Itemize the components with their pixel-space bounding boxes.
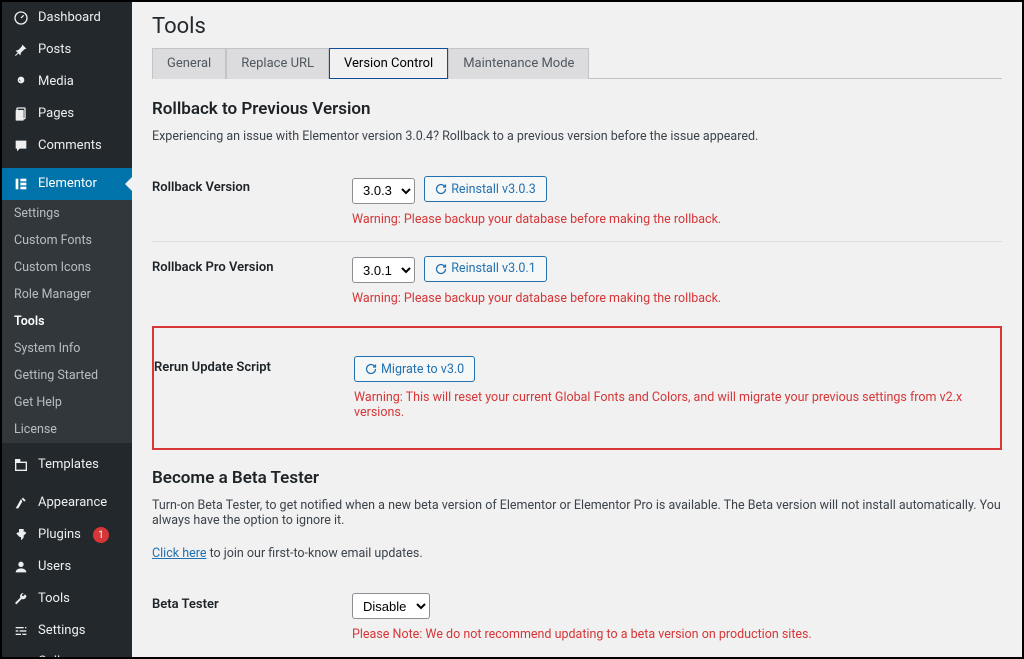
- beta-tester-select[interactable]: Disable: [352, 593, 430, 619]
- refresh-icon: [435, 263, 447, 275]
- sidebar-item-users[interactable]: Users: [2, 551, 132, 583]
- page-icon: [12, 105, 30, 123]
- pin-icon: [12, 41, 30, 59]
- sidebar-item-posts[interactable]: Posts: [2, 34, 132, 66]
- migrate-button[interactable]: Migrate to v3.0: [354, 356, 475, 382]
- submenu-custom-icons[interactable]: Custom Icons: [2, 254, 132, 281]
- plugins-icon: [12, 526, 30, 544]
- sidebar-item-appearance[interactable]: Appearance: [2, 487, 132, 519]
- reinstall-pro-button[interactable]: Reinstall v3.0.1: [424, 256, 547, 282]
- rerun-label: Rerun Update Script: [154, 342, 354, 434]
- rerun-warning: Warning: This will reset your current Gl…: [354, 390, 1000, 420]
- sidebar-item-label: Tools: [38, 591, 70, 608]
- submenu-custom-fonts[interactable]: Custom Fonts: [2, 227, 132, 254]
- sidebar-item-label: Comments: [38, 138, 102, 155]
- appearance-icon: [12, 494, 30, 512]
- beta-desc-2: Click here to join our first-to-know ema…: [152, 546, 1002, 561]
- sidebar-item-comments[interactable]: Comments: [2, 130, 132, 162]
- sidebar-item-label: Plugins: [38, 527, 81, 544]
- sidebar-item-collapse-menu[interactable]: Collapse menu: [2, 647, 132, 657]
- refresh-icon: [365, 363, 377, 375]
- beta-heading: Become a Beta Tester: [152, 468, 1002, 488]
- sidebar-item-label: Posts: [38, 42, 71, 59]
- sidebar-item-label: Templates: [38, 457, 99, 474]
- sidebar-item-plugins[interactable]: Plugins 1: [2, 519, 132, 551]
- sidebar-submenu: SettingsCustom FontsCustom IconsRole Man…: [2, 200, 132, 443]
- submenu-settings[interactable]: Settings: [2, 200, 132, 227]
- media-icon: [12, 73, 30, 91]
- refresh-icon: [435, 183, 447, 195]
- tab-bar: GeneralReplace URLVersion ControlMainten…: [152, 48, 1002, 79]
- rollback-pro-warning: Warning: Please backup your database bef…: [352, 291, 1002, 306]
- rollback-pro-version-select[interactable]: 3.0.1: [352, 257, 415, 283]
- elementor-icon: [12, 175, 30, 193]
- beta-desc-1: Turn-on Beta Tester, to get notified whe…: [152, 498, 1002, 528]
- tab-version-control[interactable]: Version Control: [329, 48, 448, 79]
- sidebar-item-elementor[interactable]: Elementor: [2, 168, 132, 200]
- users-icon: [12, 558, 30, 576]
- submenu-get-help[interactable]: Get Help: [2, 389, 132, 416]
- templates-icon: [12, 456, 30, 474]
- sidebar-item-templates[interactable]: Templates: [2, 449, 132, 481]
- sidebar-item-pages[interactable]: Pages: [2, 98, 132, 130]
- sidebar-item-settings[interactable]: Settings: [2, 615, 132, 647]
- reinstall-button[interactable]: Reinstall v3.0.3: [424, 176, 547, 202]
- rollback-version-select[interactable]: 3.0.3: [352, 178, 415, 204]
- sidebar-item-label: Media: [38, 74, 74, 91]
- rerun-highlight-box: Rerun Update Script Migrate to v3.0 Warn…: [152, 326, 1002, 450]
- update-badge: 1: [93, 527, 109, 543]
- submenu-license[interactable]: License: [2, 416, 132, 443]
- sidebar-item-dashboard[interactable]: Dashboard: [2, 2, 132, 34]
- rollback-warning: Warning: Please backup your database bef…: [352, 212, 1002, 227]
- tab-general[interactable]: General: [152, 48, 226, 79]
- tab-replace-url[interactable]: Replace URL: [226, 48, 329, 79]
- sidebar-item-label: Dashboard: [38, 10, 101, 27]
- tools-icon: [12, 590, 30, 608]
- beta-tester-label: Beta Tester: [152, 579, 352, 656]
- page-title: Tools: [152, 2, 1002, 48]
- comments-icon: [12, 137, 30, 155]
- sidebar-item-label: Pages: [38, 106, 74, 123]
- sidebar-item-label: Appearance: [38, 495, 107, 512]
- admin-sidebar: Dashboard Posts Media Pages Comments Element…: [2, 2, 132, 657]
- submenu-system-info[interactable]: System Info: [2, 335, 132, 362]
- beta-click-here-link[interactable]: Click here: [152, 546, 206, 561]
- sidebar-item-label: Collapse menu: [38, 654, 122, 657]
- sidebar-item-label: Elementor: [38, 176, 97, 193]
- sidebar-item-label: Settings: [38, 623, 85, 640]
- tab-maintenance-mode[interactable]: Maintenance Mode: [448, 48, 589, 79]
- rollback-version-label: Rollback Version: [152, 162, 352, 241]
- beta-warning: Please Note: We do not recommend updatin…: [352, 627, 1002, 642]
- rollback-heading: Rollback to Previous Version: [152, 99, 1002, 119]
- submenu-getting-started[interactable]: Getting Started: [2, 362, 132, 389]
- submenu-role-manager[interactable]: Role Manager: [2, 281, 132, 308]
- submenu-tools[interactable]: Tools: [2, 308, 132, 335]
- sidebar-item-label: Users: [38, 559, 71, 576]
- main-content: Tools GeneralReplace URLVersion ControlM…: [132, 2, 1022, 657]
- sidebar-item-media[interactable]: Media: [2, 66, 132, 98]
- rollback-pro-version-label: Rollback Pro Version: [152, 241, 352, 320]
- rollback-desc: Experiencing an issue with Elementor ver…: [152, 129, 1002, 144]
- settings-icon: [12, 622, 30, 640]
- sidebar-item-tools[interactable]: Tools: [2, 583, 132, 615]
- dashboard-icon: [12, 9, 30, 27]
